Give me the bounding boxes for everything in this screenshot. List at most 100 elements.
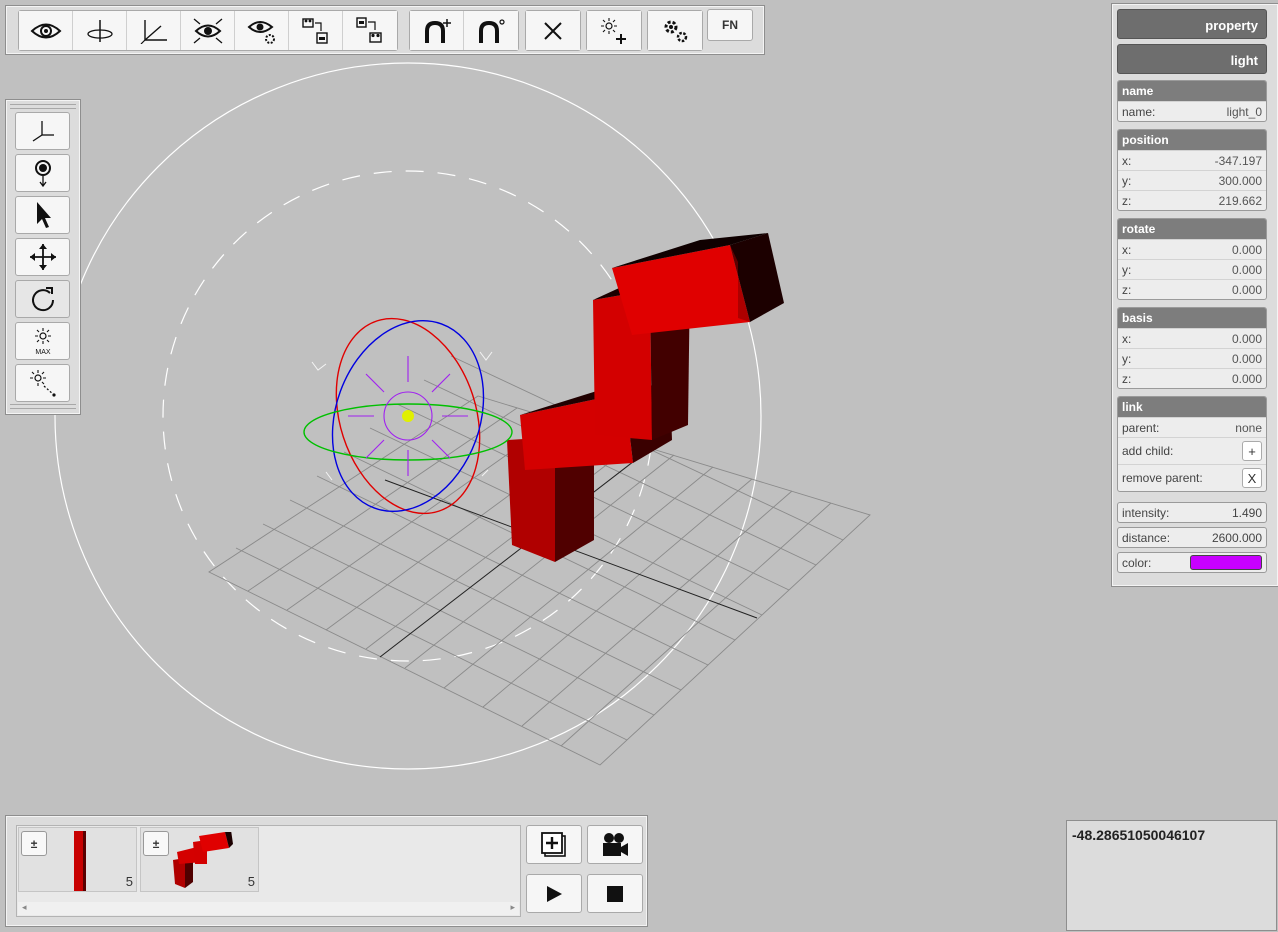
value-readout: -48.28651050046107 [1066, 820, 1277, 931]
fn-button[interactable]: FN [707, 9, 753, 41]
select-tool-button[interactable] [15, 196, 70, 234]
rotate-z-value[interactable]: 0.000 [1232, 283, 1262, 297]
parent-row: parent: none [1118, 417, 1266, 437]
add-frame-button[interactable] [526, 825, 582, 864]
position-x-row[interactable]: x: -347.197 [1118, 150, 1266, 170]
basis-y-value[interactable]: 0.000 [1232, 352, 1262, 366]
camera-import-button[interactable] [289, 11, 343, 50]
frame-scrollbar[interactable]: ◂ ▸ [18, 902, 519, 915]
magnet-button[interactable] [464, 11, 518, 50]
light-center[interactable] [402, 410, 414, 422]
intensity-row[interactable]: intensity: 1.490 [1117, 502, 1267, 523]
rotate-z-label: z: [1122, 282, 1132, 297]
rotate-tool-button[interactable] [15, 280, 70, 318]
property-header[interactable]: property [1117, 9, 1267, 39]
name-value[interactable]: light_0 [1227, 105, 1262, 119]
close-button[interactable] [526, 11, 580, 50]
position-y-row[interactable]: y: 300.000 [1118, 170, 1266, 190]
red-3d-object[interactable] [507, 233, 784, 562]
position-section-title: position [1118, 130, 1266, 150]
intensity-value[interactable]: 1.490 [1232, 506, 1262, 520]
rotate-y-row[interactable]: y: 0.000 [1118, 259, 1266, 279]
rotate-view-button[interactable] [73, 11, 127, 50]
rotate-view-icon [86, 19, 113, 42]
basis-z-row[interactable]: z: 0.000 [1118, 368, 1266, 388]
remove-parent-button[interactable]: X [1242, 468, 1262, 488]
light-gizmo[interactable] [303, 299, 513, 532]
distance-value[interactable]: 2600.000 [1212, 531, 1262, 545]
remove-parent-label: remove parent: [1122, 471, 1203, 485]
axes-angle-icon [140, 19, 167, 44]
camera-button[interactable] [587, 825, 643, 864]
add-child-label: add child: [1122, 444, 1174, 458]
axes-tool-button[interactable] [15, 112, 70, 150]
add-child-row: add child: + [1118, 437, 1266, 464]
rotate-y-value[interactable]: 0.000 [1232, 263, 1262, 277]
basis-x-label: x: [1122, 331, 1132, 346]
distance-row[interactable]: distance: 2600.000 [1117, 527, 1267, 548]
eye-focus-icon [193, 18, 222, 43]
position-z-value[interactable]: 219.662 [1219, 194, 1262, 208]
light-max-icon: MAX [34, 328, 51, 356]
rotate-x-value[interactable]: 0.000 [1232, 243, 1262, 257]
rotate-section-title: rotate [1118, 219, 1266, 239]
viewport-3d[interactable] [0, 0, 1278, 932]
basis-y-row[interactable]: y: 0.000 [1118, 348, 1266, 368]
name-label: name: [1122, 104, 1156, 119]
scroll-right-arrow[interactable]: ▸ [510, 902, 515, 913]
light-max-tool-button[interactable]: MAX [15, 322, 70, 360]
eye-button[interactable] [19, 11, 73, 50]
color-row: color: [1117, 552, 1267, 573]
parent-label: parent: [1122, 420, 1160, 435]
pointer-icon [36, 202, 51, 228]
link-section-title: link [1118, 397, 1266, 417]
color-swatch[interactable] [1190, 555, 1262, 570]
magnet-plus-button[interactable] [410, 11, 464, 50]
name-row[interactable]: name: light_0 [1118, 101, 1266, 121]
rotate-z-row[interactable]: z: 0.000 [1118, 279, 1266, 299]
light-header[interactable]: light [1117, 44, 1267, 74]
pin-tool-button[interactable] [15, 154, 70, 192]
intensity-label: intensity: [1122, 505, 1170, 520]
rotate-x-row[interactable]: x: 0.000 [1118, 239, 1266, 259]
expand-button[interactable]: ± [21, 831, 47, 856]
camera-export-button[interactable] [343, 11, 397, 50]
basis-x-value[interactable]: 0.000 [1232, 332, 1262, 346]
eye-settings-button[interactable] [235, 11, 289, 50]
basis-z-value[interactable]: 0.000 [1232, 372, 1262, 386]
camera-export-icon [356, 16, 382, 43]
remove-parent-row: remove parent: X [1118, 464, 1266, 491]
frame-count: 5 [247, 874, 255, 889]
rotate-y-label: y: [1122, 262, 1132, 277]
add-child-button[interactable]: + [1242, 441, 1262, 461]
add-light-button[interactable] [587, 11, 641, 50]
rotate-x-label: x: [1122, 242, 1132, 257]
move-tool-button[interactable] [15, 238, 70, 276]
position-y-value[interactable]: 300.000 [1219, 174, 1262, 188]
frame-thumbnail-1[interactable]: ± 5 [18, 827, 137, 892]
stop-button[interactable] [587, 874, 643, 913]
magnet-tools-group [409, 10, 519, 51]
parent-value: none [1235, 420, 1262, 435]
settings-button[interactable] [648, 11, 702, 50]
scroll-left-arrow[interactable]: ◂ [22, 902, 27, 913]
basis-x-row[interactable]: x: 0.000 [1118, 328, 1266, 348]
frame-count: 5 [125, 874, 133, 889]
play-button[interactable] [526, 874, 582, 913]
link-section: link parent: none add child: + remove pare… [1117, 396, 1267, 492]
svg-text:MAX: MAX [35, 349, 51, 356]
eye-settings-icon [247, 20, 275, 44]
name-section-title: name [1118, 81, 1266, 101]
position-y-label: y: [1122, 173, 1132, 188]
light-wand-tool-button[interactable] [15, 364, 70, 402]
eye-focus-button[interactable] [181, 11, 235, 50]
light-wand-icon [29, 370, 56, 397]
basis-section-title: basis [1118, 308, 1266, 328]
top-toolbar: FN [5, 5, 765, 55]
rotate-section: rotate x: 0.000 y: 0.000 z: 0.000 [1117, 218, 1267, 300]
expand-button[interactable]: ± [143, 831, 169, 856]
frame-thumbnail-2[interactable]: ± 5 [140, 827, 259, 892]
position-z-row[interactable]: z: 219.662 [1118, 190, 1266, 210]
axes-angle-button[interactable] [127, 11, 181, 50]
position-x-value[interactable]: -347.197 [1215, 154, 1262, 168]
